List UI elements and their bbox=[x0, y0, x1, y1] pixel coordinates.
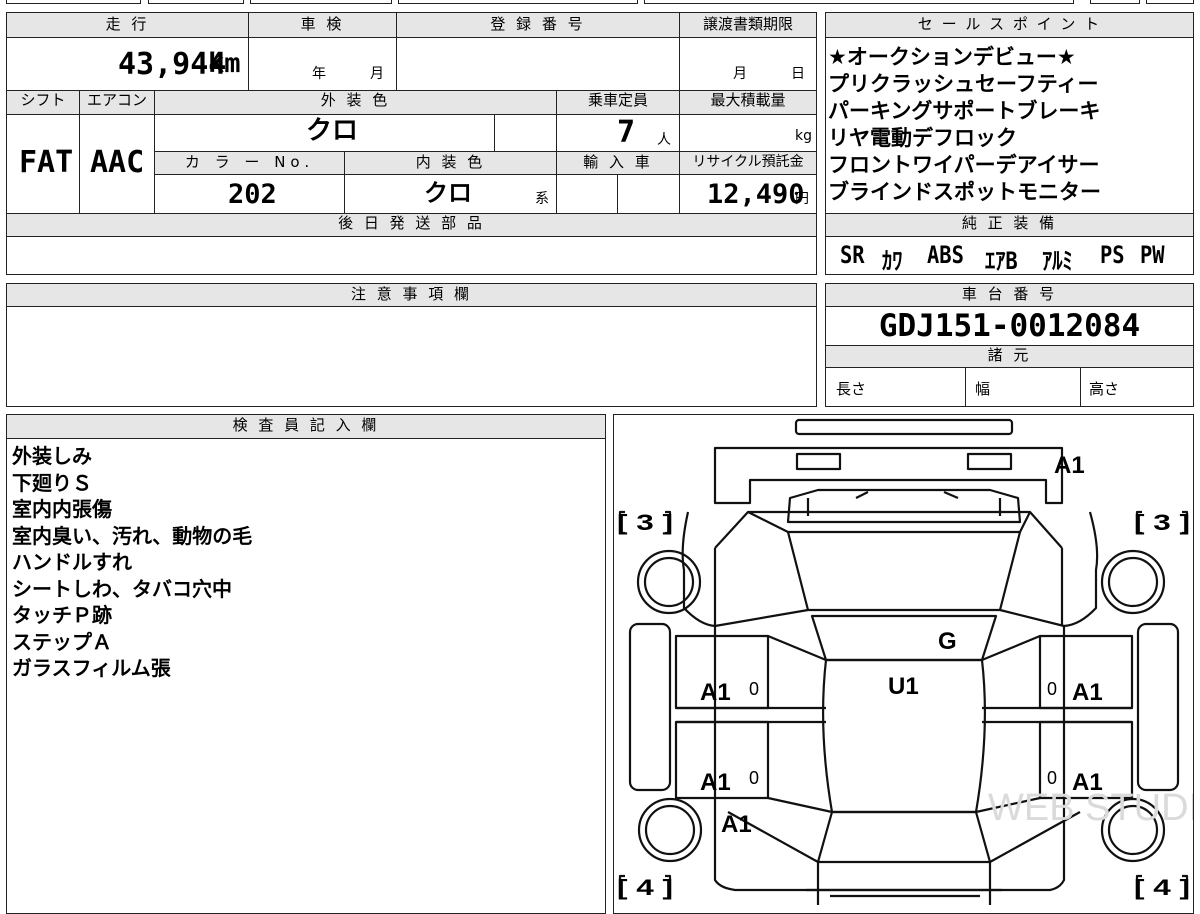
max-load-label: 最大積載量 bbox=[710, 91, 786, 109]
inspector-line: 室内内張傷 bbox=[12, 497, 112, 521]
damage-mark: A1 bbox=[1072, 679, 1103, 706]
recycle-fee-unit: 円 bbox=[795, 191, 809, 207]
spec-height-label: 高さ bbox=[1089, 380, 1120, 398]
interior-color-label: 内 装 色 bbox=[415, 153, 486, 171]
transfer-month-unit: 月 bbox=[733, 66, 747, 82]
corner-label: [ 4 ] bbox=[1134, 875, 1190, 900]
shaken-month-unit: 月 bbox=[370, 66, 384, 82]
inspector-line: 外装しみ bbox=[12, 444, 92, 468]
shaken-year-unit: 年 bbox=[312, 66, 326, 82]
equipment-item: PW bbox=[1140, 241, 1165, 269]
spec-width-label: 幅 bbox=[975, 380, 991, 398]
transfer-deadline-label: 譲渡書類期限 bbox=[702, 15, 793, 33]
inspector-label: 検 査 員 記 入 欄 bbox=[232, 416, 380, 434]
mileage-label: 走 行 bbox=[105, 15, 150, 33]
inspector-line: ガラスフィルム張 bbox=[12, 656, 171, 680]
exterior-color-label: 外 装 色 bbox=[320, 91, 391, 109]
later-parts-label: 後 日 発 送 部 品 bbox=[338, 214, 485, 232]
corner-label: [ 4 ] bbox=[617, 875, 673, 900]
capacity-value: 7 bbox=[617, 115, 636, 150]
spec-length-label: 長さ bbox=[836, 380, 867, 398]
specs-label: 諸 元 bbox=[987, 346, 1032, 364]
inspector-line: タッチＰ跡 bbox=[12, 603, 112, 627]
top-strip-cell bbox=[644, 0, 1074, 4]
car-outline-drawing: WEB STUDIO PRO A1 G U1 A1 A1 A1 A1 A1 0 … bbox=[617, 418, 1193, 905]
zero-mark: 0 bbox=[749, 768, 759, 788]
top-strip-cell bbox=[6, 0, 141, 4]
sales-point-item: フロントワイパーデアイサー bbox=[828, 153, 1100, 177]
sales-point-item: パーキングサポートブレーキ bbox=[828, 99, 1101, 123]
mileage-unit: km bbox=[208, 48, 241, 79]
damage-mark: G bbox=[938, 628, 957, 655]
top-strip-cell bbox=[398, 0, 638, 4]
exterior-color-value: クロ bbox=[306, 116, 359, 146]
color-no-label: カ ラ ー No. bbox=[184, 153, 315, 171]
sales-point-item: リヤ電動デフロック bbox=[828, 126, 1017, 150]
top-strip-cell bbox=[250, 0, 392, 4]
equipment-item: SR bbox=[840, 241, 865, 269]
damage-mark: A1 bbox=[700, 769, 731, 796]
equipment-item: ABS bbox=[927, 241, 964, 269]
inspector-line: 下廻りＳ bbox=[12, 470, 92, 495]
aircon-value: AAC bbox=[90, 145, 145, 180]
color-no-value: 202 bbox=[228, 179, 277, 210]
sales-point-item: プリクラッシュセーフティー bbox=[828, 72, 1099, 96]
recycle-fee-label: リサイクル預託金 bbox=[692, 154, 804, 170]
top-strip-cell bbox=[148, 0, 244, 4]
interior-color-suffix: 系 bbox=[535, 191, 549, 207]
damage-mark: A1 bbox=[1072, 769, 1103, 796]
max-load-unit: kg bbox=[795, 128, 812, 144]
damage-mark: U1 bbox=[888, 673, 919, 700]
shift-label: シフト bbox=[20, 91, 66, 109]
shaken-label: 車 検 bbox=[300, 15, 345, 33]
inspector-line: ハンドルすれ bbox=[12, 550, 132, 574]
zero-mark: 0 bbox=[749, 679, 759, 699]
equipment-item: ｱﾙﾐ bbox=[1042, 247, 1073, 275]
genuine-equipment-label: 純 正 装 備 bbox=[961, 214, 1058, 232]
notes-label: 注 意 事 項 欄 bbox=[350, 285, 473, 303]
capacity-unit: 人 bbox=[657, 132, 671, 148]
import-car-label: 輸 入 車 bbox=[583, 153, 653, 171]
corner-label: [ 3 ] bbox=[1134, 510, 1190, 535]
shift-value: FAT bbox=[19, 145, 74, 180]
zero-mark: 0 bbox=[1047, 768, 1057, 788]
inspector-line: シートしわ、タバコ穴中 bbox=[12, 576, 232, 601]
inspector-line: ステップＡ bbox=[12, 629, 112, 654]
top-strip-cell bbox=[1146, 0, 1194, 4]
transfer-day-unit: 日 bbox=[791, 66, 805, 82]
corner-label: [ 3 ] bbox=[617, 510, 673, 535]
chassis-number: GDJ151-0012084 bbox=[878, 308, 1141, 344]
equipment-item: ｴｱB bbox=[985, 247, 1018, 275]
car-condition-diagram: WEB STUDIO PRO A1 G U1 A1 A1 A1 A1 A1 0 … bbox=[613, 414, 1194, 914]
sales-point-item: ブラインドスポットモニター bbox=[828, 180, 1101, 204]
registration-label: 登 録 番 号 bbox=[490, 15, 586, 33]
sales-point-item: ★オークションデビュー★ bbox=[828, 45, 1076, 69]
inspector-notes: 外装しみ 下廻りＳ 室内内張傷 室内臭い、汚れ、動物の毛 ハンドルすれ シートし… bbox=[12, 443, 252, 682]
chassis-label: 車 台 番 号 bbox=[961, 285, 1058, 303]
inspector-line: 室内臭い、汚れ、動物の毛 bbox=[12, 523, 253, 548]
damage-mark: A1 bbox=[721, 811, 752, 838]
recycle-fee-value: 12,490 bbox=[707, 179, 805, 210]
aircon-label: エアコン bbox=[86, 91, 147, 109]
damage-mark: A1 bbox=[1054, 452, 1085, 479]
zero-mark: 0 bbox=[1047, 679, 1057, 699]
top-strip-cell bbox=[1090, 0, 1140, 4]
sales-points-list: ★オークションデビュー★ プリクラッシュセーフティー パーキングサポートブレーキ… bbox=[828, 44, 1101, 206]
sales-points-label: セ ー ル ス ポ イ ン ト bbox=[917, 15, 1102, 33]
equipment-item: ｶﾜ bbox=[882, 247, 903, 275]
damage-mark: A1 bbox=[700, 679, 731, 706]
interior-color-value: クロ bbox=[424, 179, 472, 207]
equipment-item: PS bbox=[1100, 241, 1125, 269]
capacity-label: 乗車定員 bbox=[587, 91, 648, 109]
